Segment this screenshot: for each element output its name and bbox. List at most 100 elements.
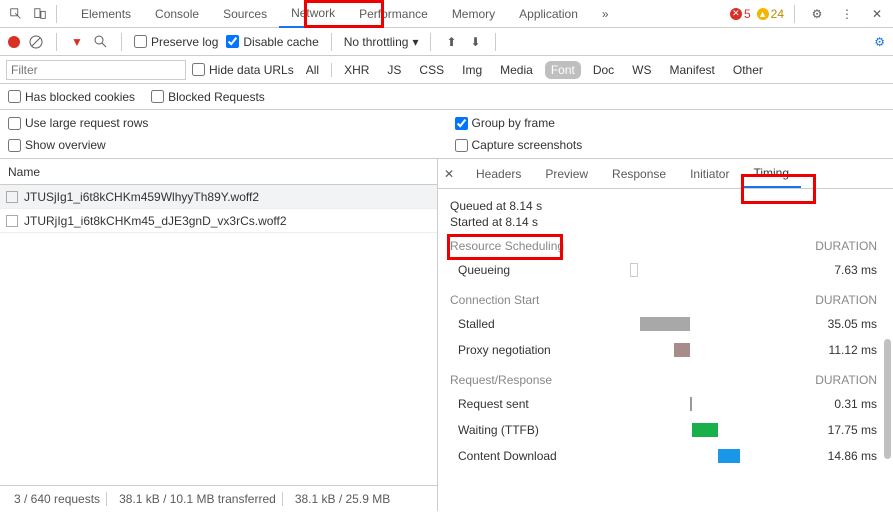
tab-performance[interactable]: Performance — [347, 1, 440, 27]
queueing-bar — [630, 263, 638, 277]
ttfb-value: 17.75 ms — [797, 423, 877, 437]
device-toggle-icon[interactable] — [28, 2, 52, 26]
sent-bar — [690, 397, 692, 411]
filter-bar: Hide data URLs All XHR JS CSS Img Media … — [0, 56, 893, 84]
disable-cache-checkbox[interactable]: Disable cache — [226, 35, 318, 49]
filter-doc[interactable]: Doc — [587, 61, 620, 79]
filter-media[interactable]: Media — [494, 61, 539, 79]
hide-data-urls-checkbox[interactable]: Hide data URLs — [192, 63, 294, 77]
divider — [430, 33, 431, 51]
footer-requests: 3 / 640 requests — [8, 492, 107, 506]
blocked-cookies-checkbox[interactable]: Has blocked cookies — [8, 90, 135, 104]
dtab-initiator[interactable]: Initiator — [678, 161, 741, 187]
timing-row-sent: Request sent 0.31 ms — [450, 391, 877, 417]
filter-xhr[interactable]: XHR — [338, 61, 375, 79]
dtab-timing[interactable]: Timing — [741, 160, 801, 188]
kebab-menu-icon[interactable]: ⋮ — [835, 2, 859, 26]
duration-label: DURATION — [815, 293, 877, 307]
filter-ws[interactable]: WS — [626, 61, 657, 79]
warning-icon: ▲ — [757, 8, 769, 20]
warning-count-value: 24 — [771, 7, 784, 21]
footer-resources: 38.1 kB / 25.9 MB — [289, 492, 396, 506]
filter-icon[interactable]: ▼ — [69, 34, 85, 50]
disable-cache-label: Disable cache — [243, 35, 318, 49]
show-overview-checkbox[interactable]: Show overview — [8, 138, 439, 152]
close-icon[interactable]: ✕ — [865, 2, 889, 26]
blocked-requests-checkbox[interactable]: Blocked Requests — [151, 90, 265, 104]
request-row[interactable]: JTUSjIg1_i6t8kCHKm459WlhyyTh89Y.woff2 — [0, 185, 437, 209]
ttfb-bar — [692, 423, 718, 437]
filter-font[interactable]: Font — [545, 61, 581, 79]
tab-overflow[interactable]: » — [590, 1, 621, 27]
dtab-headers[interactable]: Headers — [464, 161, 533, 187]
record-button[interactable] — [8, 36, 20, 48]
panel-settings-icon[interactable]: ⚙ — [874, 35, 885, 49]
group-by-frame-checkbox[interactable]: Group by frame — [455, 116, 886, 130]
detail-panel: ✕ Headers Preview Response Initiator Tim… — [438, 159, 893, 511]
stalled-label: Stalled — [450, 317, 630, 331]
stalled-value: 35.05 ms — [797, 317, 877, 331]
group-by-frame-label: Group by frame — [472, 116, 555, 130]
filter-js[interactable]: JS — [381, 61, 407, 79]
filter-input[interactable] — [6, 60, 186, 80]
download-icon[interactable]: ⬇ — [467, 34, 483, 50]
request-name: JTURjIg1_i6t8kCHKm45_dJE3gnD_vx3rCs.woff… — [24, 214, 287, 228]
request-name: JTUSjIg1_i6t8kCHKm459WlhyyTh89Y.woff2 — [24, 190, 259, 204]
filter-other[interactable]: Other — [727, 61, 769, 79]
proxy-label: Proxy negotiation — [450, 343, 630, 357]
gear-icon[interactable]: ⚙ — [805, 2, 829, 26]
divider — [56, 33, 57, 51]
throttling-select[interactable]: No throttling ▾ — [344, 35, 419, 49]
file-icon — [6, 191, 18, 203]
show-overview-label: Show overview — [25, 138, 106, 152]
error-count[interactable]: ✕ 5 — [730, 7, 751, 21]
large-rows-label: Use large request rows — [25, 116, 148, 130]
duration-label: DURATION — [815, 373, 877, 387]
dtab-preview[interactable]: Preview — [533, 161, 600, 187]
filter-css[interactable]: CSS — [413, 61, 450, 79]
queueing-label: Queueing — [450, 263, 630, 277]
file-icon — [6, 215, 18, 227]
divider — [331, 63, 332, 77]
sent-label: Request sent — [450, 397, 630, 411]
download-value: 14.86 ms — [797, 449, 877, 463]
filter-img[interactable]: Img — [456, 61, 488, 79]
proxy-bar — [674, 343, 690, 357]
dtab-response[interactable]: Response — [600, 161, 678, 187]
timing-row-ttfb: Waiting (TTFB) 17.75 ms — [450, 417, 877, 443]
close-detail-icon[interactable]: ✕ — [444, 167, 464, 181]
preserve-log-checkbox[interactable]: Preserve log — [134, 35, 218, 49]
warning-count[interactable]: ▲ 24 — [757, 7, 784, 21]
capture-screenshots-checkbox[interactable]: Capture screenshots — [455, 138, 886, 152]
queued-at: Queued at 8.14 s — [450, 199, 877, 213]
timing-row-queueing: Queueing 7.63 ms — [450, 257, 877, 283]
error-count-value: 5 — [744, 7, 751, 21]
section-connection: Connection Start — [450, 293, 539, 307]
tab-elements[interactable]: Elements — [69, 1, 143, 27]
tab-sources[interactable]: Sources — [211, 1, 279, 27]
scrollbar[interactable] — [884, 339, 891, 459]
divider — [121, 33, 122, 51]
tab-application[interactable]: Application — [507, 1, 590, 27]
request-row[interactable]: JTURjIg1_i6t8kCHKm45_dJE3gnD_vx3rCs.woff… — [0, 209, 437, 233]
upload-icon[interactable]: ⬆ — [443, 34, 459, 50]
error-icon: ✕ — [730, 8, 742, 20]
inspect-icon[interactable] — [4, 2, 28, 26]
large-rows-checkbox[interactable]: Use large request rows — [8, 116, 439, 130]
blocked-cookies-label: Has blocked cookies — [25, 90, 135, 104]
network-toolbar: ▼ Preserve log Disable cache No throttli… — [0, 28, 893, 56]
divider — [495, 33, 496, 51]
tab-memory[interactable]: Memory — [440, 1, 507, 27]
timing-body: Queued at 8.14 s Started at 8.14 s Resou… — [438, 189, 893, 511]
started-at: Started at 8.14 s — [450, 215, 877, 229]
tab-console[interactable]: Console — [143, 1, 211, 27]
filter-all[interactable]: All — [300, 61, 325, 79]
timing-row-download: Content Download 14.86 ms — [450, 443, 877, 469]
search-icon[interactable] — [93, 34, 109, 50]
filter-manifest[interactable]: Manifest — [664, 61, 721, 79]
clear-icon[interactable] — [28, 34, 44, 50]
throttling-label: No throttling — [344, 35, 409, 49]
tab-network[interactable]: Network — [279, 0, 347, 28]
blocked-requests-label: Blocked Requests — [168, 90, 265, 104]
column-header-name[interactable]: Name — [0, 159, 437, 185]
